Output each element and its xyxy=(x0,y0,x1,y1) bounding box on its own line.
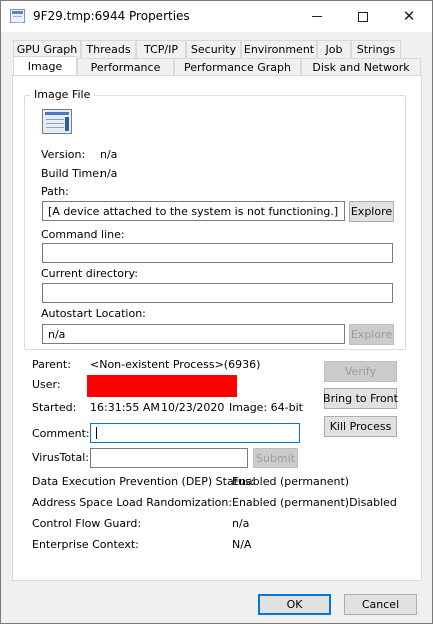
tab-environment[interactable]: Environment xyxy=(241,40,317,58)
autostart-location-label: Autostart Location: xyxy=(41,307,146,320)
tab-strings[interactable]: Strings xyxy=(351,40,401,58)
user-value-redacted xyxy=(87,375,237,397)
kill-process-button[interactable]: Kill Process xyxy=(324,416,397,437)
enterprise-context-label: Enterprise Context: xyxy=(32,538,139,551)
comment-label: Comment: xyxy=(32,427,90,440)
control-flow-guard-label: Control Flow Guard: xyxy=(32,517,142,530)
close-icon: ✕ xyxy=(402,7,416,25)
dep-status-label: Data Execution Prevention (DEP) Status: xyxy=(32,475,255,488)
ok-button[interactable]: OK xyxy=(258,594,331,615)
tab-disk-and-network[interactable]: Disk and Network xyxy=(301,58,421,76)
tab-security[interactable]: Security xyxy=(186,40,241,58)
user-label: User: xyxy=(32,378,61,391)
path-field[interactable]: [A device attached to the system is not … xyxy=(42,201,345,221)
current-directory-label: Current directory: xyxy=(41,267,138,280)
parent-value: <Non-existent Process>(6936) xyxy=(90,358,261,371)
tab-performance[interactable]: Performance xyxy=(77,58,174,76)
current-directory-field[interactable] xyxy=(42,283,393,303)
minimize-button[interactable] xyxy=(294,1,340,32)
image-file-group-label: Image File xyxy=(30,88,95,101)
command-line-field[interactable] xyxy=(42,243,393,263)
title-bar[interactable]: 9F29.tmp:6944 Properties ✕ xyxy=(1,1,432,32)
build-time-value: n/a xyxy=(100,167,118,180)
autostart-location-field[interactable]: n/a xyxy=(42,324,345,344)
started-label: Started: xyxy=(32,401,77,414)
tab-image[interactable]: Image xyxy=(13,56,77,76)
version-label: Version: xyxy=(41,148,86,161)
virustotal-field[interactable] xyxy=(90,448,248,468)
started-time: 16:31:55 AM xyxy=(90,401,160,414)
path-explore-button[interactable]: Explore xyxy=(349,201,394,222)
started-date: 10/23/2020 xyxy=(161,401,225,414)
close-button[interactable]: ✕ xyxy=(386,1,432,32)
verify-button[interactable]: Verify xyxy=(324,361,397,382)
window-title: 9F29.tmp:6944 Properties xyxy=(33,9,190,23)
comment-field[interactable] xyxy=(90,423,300,443)
properties-dialog: 9F29.tmp:6944 Properties ✕ GPU Graph Thr… xyxy=(0,0,433,624)
parent-label: Parent: xyxy=(32,358,71,371)
maximize-button[interactable] xyxy=(340,1,386,32)
dep-status-value: Enabled (permanent) xyxy=(232,475,350,488)
submit-button[interactable]: Submit xyxy=(253,448,298,468)
aslr-value: Enabled (permanent)Disabled xyxy=(232,496,397,509)
virustotal-label: VirusTotal: xyxy=(32,451,89,464)
tab-job[interactable]: Job xyxy=(317,40,351,58)
properties-window-icon xyxy=(10,9,25,23)
maximize-icon xyxy=(358,11,368,22)
tab-performance-graph[interactable]: Performance Graph xyxy=(174,58,301,76)
cancel-button[interactable]: Cancel xyxy=(344,594,417,615)
enterprise-context-value: N/A xyxy=(232,538,252,551)
autostart-explore-button[interactable]: Explore xyxy=(349,324,394,345)
build-time-label: Build Time: xyxy=(41,167,103,180)
control-flow-guard-value: n/a xyxy=(232,517,250,530)
tab-row-bottom: Image Performance Performance Graph Disk… xyxy=(13,56,421,76)
image-bitness: Image: 64-bit xyxy=(229,401,303,414)
minimize-icon xyxy=(312,16,322,17)
executable-file-icon xyxy=(42,109,72,134)
version-value: n/a xyxy=(100,148,118,161)
aslr-label: Address Space Load Randomization: xyxy=(32,496,233,509)
tab-tcpip[interactable]: TCP/IP xyxy=(136,40,186,58)
tab-threads[interactable]: Threads xyxy=(81,40,136,58)
command-line-label: Command line: xyxy=(41,228,125,241)
text-caret xyxy=(96,427,97,439)
path-label: Path: xyxy=(41,185,69,198)
bring-to-front-button[interactable]: Bring to Front xyxy=(323,388,398,409)
